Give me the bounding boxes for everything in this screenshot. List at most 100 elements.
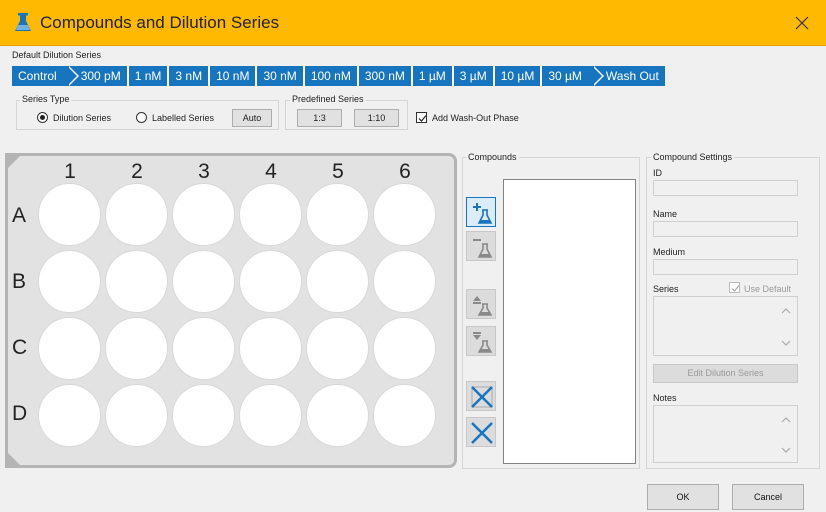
well-C5[interactable] — [306, 317, 369, 380]
series-step[interactable]: 100 nM — [304, 66, 359, 86]
close-button[interactable] — [782, 0, 826, 46]
well-B6[interactable] — [373, 250, 436, 313]
well-C4[interactable] — [239, 317, 302, 380]
plate-row-header: A — [12, 204, 27, 227]
medium-field[interactable] — [653, 259, 798, 275]
remove-compound-icon — [473, 239, 493, 258]
plate-column-header: 6 — [399, 160, 411, 183]
well-A5[interactable] — [306, 183, 369, 246]
compounds-list[interactable] — [503, 179, 636, 464]
plate-corner — [5, 450, 23, 468]
compound-settings-label: Compound Settings — [651, 152, 735, 162]
well-plate: 1 2 3 4 5 6 A B C D — [5, 153, 457, 468]
add-compound-icon — [473, 203, 493, 224]
series-step[interactable]: 30 µM — [542, 66, 604, 86]
series-step-control[interactable]: Control — [12, 66, 79, 86]
well-D6[interactable] — [373, 384, 436, 447]
well-A1[interactable] — [38, 183, 101, 246]
well-B1[interactable] — [38, 250, 101, 313]
remove-compound-button[interactable] — [466, 231, 496, 261]
cancel-button[interactable]: Cancel — [732, 484, 804, 510]
well-D4[interactable] — [239, 384, 302, 447]
plate-row-header: D — [12, 402, 28, 425]
well-C2[interactable] — [105, 317, 168, 380]
clear-all-icon — [471, 422, 493, 444]
well-C6[interactable] — [373, 317, 436, 380]
preset-1-10-button[interactable]: 1:10 — [354, 109, 399, 127]
edit-dilution-series-button[interactable]: Edit Dilution Series — [653, 364, 798, 383]
name-label: Name — [653, 209, 678, 219]
move-down-button[interactable] — [466, 326, 496, 356]
dilution-series-radio[interactable] — [37, 112, 48, 123]
default-series-label: Default Dilution Series — [12, 50, 102, 60]
scroll-up-icon[interactable] — [781, 416, 791, 423]
flask-icon — [14, 13, 32, 33]
well-D3[interactable] — [172, 384, 235, 447]
plate-column-header: 3 — [198, 160, 210, 183]
washout-label: Add Wash-Out Phase — [432, 113, 519, 123]
series-step[interactable]: 10 nM — [210, 66, 258, 86]
scroll-down-icon[interactable] — [781, 447, 791, 454]
well-B2[interactable] — [105, 250, 168, 313]
close-icon — [795, 16, 809, 30]
series-step[interactable]: 3 nM — [169, 66, 211, 86]
clear-all-button[interactable] — [466, 417, 496, 447]
well-C3[interactable] — [172, 317, 235, 380]
auto-button[interactable]: Auto — [232, 109, 272, 127]
series-step[interactable]: 1 nM — [128, 66, 170, 86]
well-A6[interactable] — [373, 183, 436, 246]
labelled-series-label: Labelled Series — [152, 113, 215, 123]
washout-checkbox[interactable] — [416, 112, 427, 123]
add-compound-button[interactable] — [466, 197, 496, 227]
notes-label: Notes — [653, 393, 677, 403]
compounds-label: Compounds — [466, 152, 519, 162]
dilution-series-label: Dilution Series — [53, 113, 112, 123]
plate-column-header: 1 — [64, 160, 76, 183]
plate-column-header: 4 — [265, 160, 277, 183]
well-A2[interactable] — [105, 183, 168, 246]
well-D1[interactable] — [38, 384, 101, 447]
clear-selected-icon — [471, 386, 493, 408]
notes-box[interactable] — [653, 405, 798, 463]
well-B4[interactable] — [239, 250, 302, 313]
series-step[interactable]: 300 nM — [358, 66, 413, 86]
use-default-label: Use Default — [744, 284, 792, 294]
plate-column-header: 2 — [131, 160, 143, 183]
dilution-series-strip: Control 300 pM 1 nM 3 nM 10 nM 30 nM 100… — [12, 66, 665, 86]
well-D2[interactable] — [105, 384, 168, 447]
id-label: ID — [653, 168, 662, 178]
predefined-series-label: Predefined Series — [290, 94, 366, 104]
series-label: Series — [653, 284, 679, 294]
well-B3[interactable] — [172, 250, 235, 313]
move-up-button[interactable] — [466, 289, 496, 319]
scroll-up-icon[interactable] — [781, 307, 791, 314]
well-A3[interactable] — [172, 183, 235, 246]
series-step[interactable]: 3 µM — [453, 66, 495, 86]
scroll-down-icon[interactable] — [781, 340, 791, 347]
labelled-series-radio[interactable] — [136, 112, 147, 123]
series-step[interactable]: 30 nM — [257, 66, 305, 86]
move-up-icon — [473, 296, 493, 316]
well-B5[interactable] — [306, 250, 369, 313]
ok-button[interactable]: OK — [647, 484, 719, 510]
medium-label: Medium — [653, 247, 686, 257]
use-default-checkbox[interactable] — [729, 282, 740, 293]
clear-selected-button[interactable] — [466, 381, 496, 411]
window-title: Compounds and Dilution Series — [40, 13, 280, 32]
well-A4[interactable] — [239, 183, 302, 246]
plate-row-header: B — [12, 270, 27, 293]
series-type-label: Series Type — [20, 94, 72, 104]
series-step[interactable]: 10 µM — [494, 66, 543, 86]
preset-1-3-button[interactable]: 1:3 — [297, 109, 342, 127]
well-D5[interactable] — [306, 384, 369, 447]
plate-corner — [5, 153, 23, 171]
plate-row-header: C — [12, 336, 28, 359]
id-field[interactable] — [653, 180, 798, 196]
series-box[interactable] — [653, 296, 798, 356]
plate-column-header: 5 — [332, 160, 344, 183]
title-bar: Compounds and Dilution Series — [0, 0, 826, 46]
name-field[interactable] — [653, 221, 798, 237]
well-C1[interactable] — [38, 317, 101, 380]
move-down-icon — [473, 332, 493, 353]
series-step[interactable]: 1 µM — [412, 66, 454, 86]
